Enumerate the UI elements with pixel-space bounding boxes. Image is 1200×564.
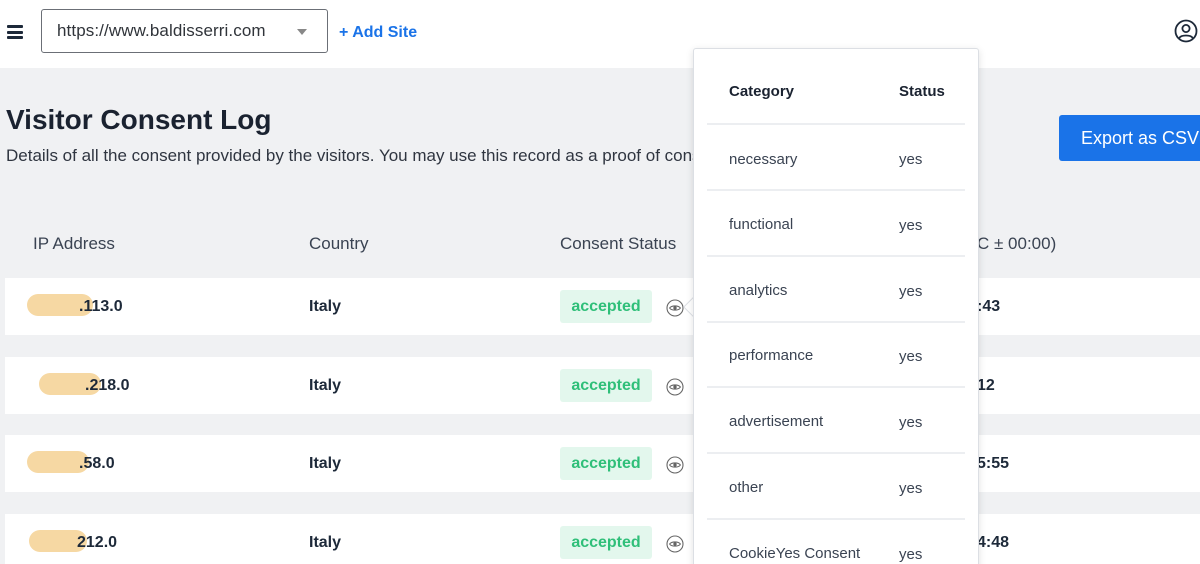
table-row: .58.0 Italy accepted 5:55: [5, 435, 1200, 492]
popup-status: yes: [899, 151, 923, 168]
status-badge: accepted: [560, 290, 652, 323]
date-cell: 5:55: [977, 455, 1010, 472]
country-cell: Italy: [309, 455, 342, 472]
eye-icon[interactable]: [666, 378, 684, 396]
popup-category: other: [729, 479, 764, 496]
site-select-value: https://www.baldisserri.com: [57, 21, 266, 40]
status-badge: accepted: [560, 447, 652, 480]
top-bar: https://www.baldisserri.com + Add Site: [0, 0, 1200, 68]
divider: [707, 189, 965, 191]
popup-header-status: Status: [899, 83, 945, 100]
table-row: .218.0 Italy accepted 12: [5, 357, 1200, 414]
divider: [707, 123, 965, 125]
ip-address-cell: 212.0: [25, 530, 117, 552]
popup-status: yes: [899, 414, 923, 431]
user-circle-icon[interactable]: [1174, 19, 1198, 43]
page-description: Details of all the consent provided by t…: [6, 146, 696, 165]
country-cell: Italy: [309, 534, 342, 551]
popup-category: CookieYes Consent: [729, 545, 861, 562]
popup-status: yes: [899, 348, 923, 365]
eye-icon[interactable]: [666, 535, 684, 553]
site-select[interactable]: https://www.baldisserri.com: [41, 9, 328, 53]
popup-category: functional: [729, 216, 794, 233]
table-row: .113.0 Italy accepted :43: [5, 278, 1200, 335]
divider: [707, 452, 965, 454]
popup-category: necessary: [729, 151, 798, 168]
popup-header-category: Category: [729, 83, 795, 100]
export-csv-button[interactable]: Export as CSV: [1059, 115, 1200, 161]
eye-icon[interactable]: [666, 456, 684, 474]
status-badge: accepted: [560, 526, 652, 559]
hamburger-icon[interactable]: [7, 25, 23, 39]
caret-down-icon: [297, 29, 307, 35]
divider: [707, 255, 965, 257]
popup-category: performance: [729, 347, 814, 364]
column-header-country: Country: [309, 234, 369, 253]
column-header-consent-status: Consent Status: [560, 234, 677, 253]
divider: [707, 518, 965, 520]
column-header-ip: IP Address: [33, 234, 115, 253]
popup-category: advertisement: [729, 413, 824, 430]
date-cell: 4:48: [977, 534, 1010, 551]
status-badge: accepted: [560, 369, 652, 402]
country-cell: Italy: [309, 298, 342, 315]
ip-address-cell: .218.0: [25, 373, 129, 395]
consent-details-popup: Category Status necessary yes functional…: [693, 48, 979, 564]
eye-icon[interactable]: [666, 299, 684, 317]
page-title: Visitor Consent Log: [6, 104, 272, 135]
ip-address-cell: .113.0: [25, 294, 123, 316]
country-cell: Italy: [309, 377, 342, 394]
date-cell: :43: [977, 298, 1001, 315]
ip-address-cell: .58.0: [25, 451, 115, 473]
divider: [707, 386, 965, 388]
divider: [707, 321, 965, 323]
table-row: 212.0 Italy accepted 4:48: [5, 514, 1200, 564]
popup-status: yes: [899, 480, 923, 497]
date-cell: 12: [977, 377, 995, 394]
popup-category: analytics: [729, 282, 788, 299]
popup-status: yes: [899, 283, 923, 300]
popup-status: yes: [899, 217, 923, 234]
column-header-date: C ± 00:00): [977, 234, 1057, 253]
add-site-link[interactable]: + Add Site: [339, 24, 417, 42]
popup-status: yes: [899, 546, 923, 563]
